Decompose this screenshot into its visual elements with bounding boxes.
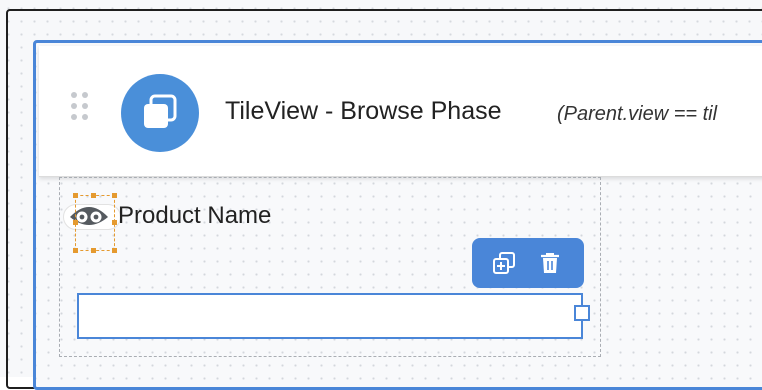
duplicate-icon[interactable]	[492, 251, 516, 275]
field-action-bar	[472, 238, 584, 288]
field-label: Product Name	[118, 202, 272, 229]
visibility-condition: (Parent.view == til	[557, 103, 718, 125]
trash-icon[interactable]	[538, 251, 562, 275]
product-name-input[interactable]	[77, 293, 583, 339]
component-title: TileView - Browse Phase	[225, 97, 502, 125]
component-header[interactable]: TileView - Browse Phase (Parent.view == …	[39, 46, 762, 177]
drag-handle-icon[interactable]	[71, 92, 88, 120]
selection-outline	[73, 193, 117, 253]
visibility-badge[interactable]	[63, 193, 123, 253]
layers-icon	[121, 74, 199, 152]
resize-handle[interactable]	[574, 305, 590, 321]
